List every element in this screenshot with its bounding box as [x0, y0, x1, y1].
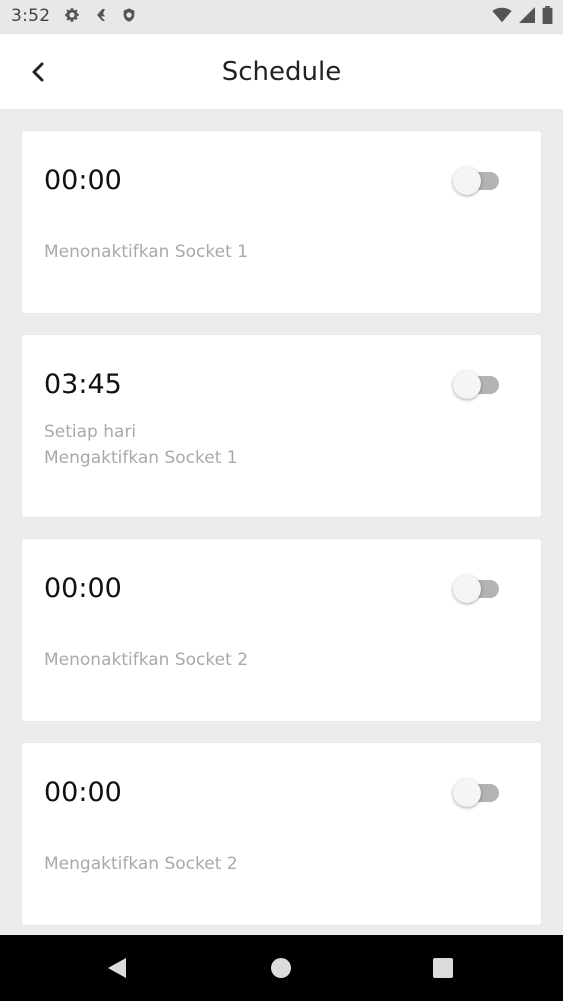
schedule-action: Mengaktifkan Socket 1 — [44, 448, 238, 468]
status-icons-left — [63, 8, 137, 26]
schedule-repeat: Setiap hari — [44, 422, 137, 442]
schedule-card[interactable]: 00:00 Menonaktifkan Socket 1 — [22, 131, 541, 313]
status-bar: 3:52 — [0, 0, 563, 34]
wifi-icon — [492, 7, 512, 27]
schedule-time: 00:00 — [44, 777, 122, 808]
navigation-bar — [0, 935, 563, 1001]
nav-recents-button[interactable] — [427, 952, 459, 984]
toggle-thumb — [453, 371, 481, 399]
status-time: 3:52 — [11, 6, 51, 26]
settings-icon — [63, 6, 81, 28]
status-icons-right — [492, 6, 553, 28]
schedule-action: Mengaktifkan Socket 2 — [44, 854, 238, 874]
schedule-toggle[interactable] — [453, 167, 501, 195]
toggle-thumb — [453, 167, 481, 195]
toggle-thumb — [453, 779, 481, 807]
app-bar: Schedule — [0, 34, 563, 109]
nav-recents-icon — [433, 958, 453, 978]
schedule-card[interactable]: 00:00 Mengaktifkan Socket 2 — [22, 743, 541, 925]
shield-icon — [121, 6, 137, 28]
page-title: Schedule — [221, 57, 342, 87]
schedule-card[interactable]: 03:45 Setiap hari Mengaktifkan Socket 1 — [22, 335, 541, 517]
battery-icon — [542, 6, 553, 28]
nav-back-button[interactable] — [101, 952, 133, 984]
schedule-toggle[interactable] — [453, 779, 501, 807]
schedule-time: 03:45 — [44, 369, 122, 400]
nav-back-icon — [108, 958, 126, 978]
schedule-list: 00:00 Menonaktifkan Socket 1 03:45 Setia… — [0, 109, 563, 935]
schedule-toggle[interactable] — [453, 575, 501, 603]
schedule-action: Menonaktifkan Socket 2 — [44, 650, 248, 670]
toggle-thumb — [453, 575, 481, 603]
flash-icon — [93, 7, 109, 27]
schedule-card[interactable]: 00:00 Menonaktifkan Socket 2 — [22, 539, 541, 721]
nav-home-button[interactable] — [265, 952, 297, 984]
schedule-time: 00:00 — [44, 573, 122, 604]
nav-home-icon — [271, 958, 291, 978]
schedule-action: Menonaktifkan Socket 1 — [44, 242, 248, 262]
schedule-toggle[interactable] — [453, 371, 501, 399]
schedule-time: 00:00 — [44, 165, 122, 196]
signal-icon — [518, 7, 536, 27]
